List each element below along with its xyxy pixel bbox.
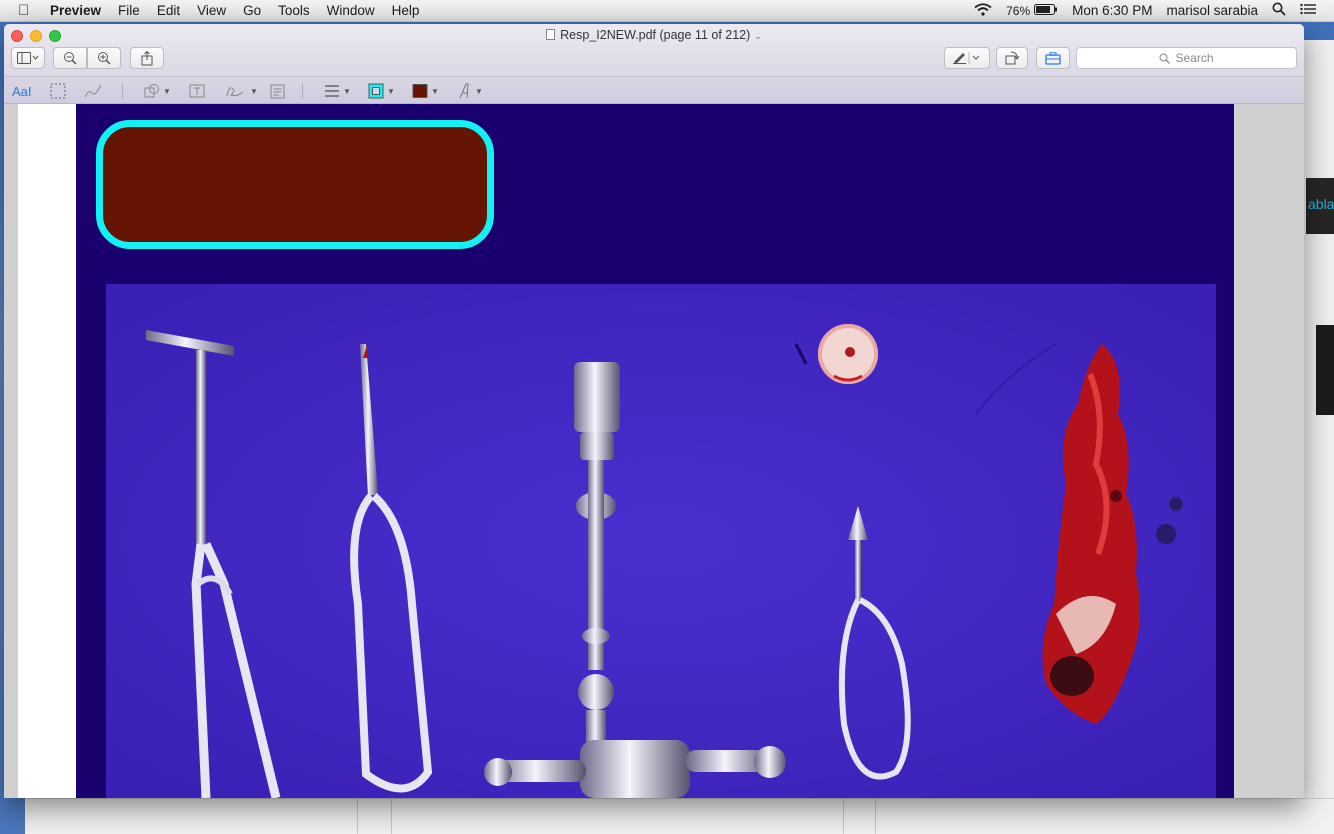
zoom-out-button[interactable]: [53, 47, 87, 69]
slide-title-box[interactable]: [96, 120, 494, 249]
line-style-icon: [325, 85, 339, 97]
pen-icon: [953, 52, 980, 64]
rotate-button[interactable]: [996, 47, 1028, 69]
fill-color-icon: [412, 84, 428, 98]
border-color-icon: [368, 83, 384, 99]
text-box-tool[interactable]: [189, 81, 205, 101]
user-name[interactable]: marisol sarabia: [1166, 3, 1258, 18]
slide-background: [76, 104, 1234, 798]
font-icon: [459, 83, 469, 99]
preview-window: Resp_I2NEW.pdf (page 11 of 212)⌄ Search: [4, 24, 1304, 798]
menu-bar:  Preview File Edit View Go Tools Window…: [0, 0, 1334, 22]
shapes-tool[interactable]: ▼: [144, 81, 171, 101]
tissue-disc: [818, 324, 878, 384]
menu-edit[interactable]: Edit: [157, 3, 180, 18]
text-selection-label: AaI: [12, 83, 32, 99]
surgical-instruments-photo: [106, 284, 1216, 798]
signature-icon: [226, 87, 244, 97]
note-icon: [270, 84, 285, 98]
clock[interactable]: Mon 6:30 PM: [1072, 3, 1152, 18]
search-placeholder: Search: [1175, 51, 1214, 65]
document-title-text: Resp_I2NEW.pdf (page 11 of 212): [560, 28, 751, 42]
background-window-text: abla: [1308, 196, 1334, 212]
sidebar-view-button[interactable]: [11, 47, 45, 69]
text-style-tool[interactable]: ▼: [458, 81, 483, 101]
wifi-icon[interactable]: [974, 2, 992, 19]
markup-toolbar: AaI ▼ ▼ ▼ ▼ ▼ ▼: [4, 76, 1304, 104]
chevron-down-icon: ▼: [475, 86, 483, 96]
sign-tool[interactable]: ▼: [225, 81, 258, 101]
chevron-down-icon: ▼: [387, 86, 395, 96]
menu-file[interactable]: File: [118, 3, 140, 18]
pdf-document-icon: [546, 29, 556, 40]
battery-percent[interactable]: 76%: [1006, 4, 1030, 18]
chevron-down-icon: ▼: [250, 86, 258, 96]
background-column-divider: [391, 799, 392, 834]
document-title[interactable]: Resp_I2NEW.pdf (page 11 of 212) ⌄: [4, 28, 1304, 42]
notification-center-icon[interactable]: [1300, 3, 1316, 18]
zoom-out-icon: [64, 52, 77, 65]
zoom-in-button[interactable]: [87, 47, 121, 69]
sketch-tool[interactable]: [83, 81, 103, 101]
background-column-divider: [843, 799, 844, 834]
menu-tools[interactable]: Tools: [278, 3, 310, 18]
chevron-down-icon: ▼: [343, 86, 351, 96]
background-column-divider: [357, 799, 358, 834]
chevron-down-icon: ▼: [431, 86, 439, 96]
menu-window[interactable]: Window: [327, 3, 375, 18]
search-icon: [1159, 53, 1171, 64]
fill-color-tool[interactable]: ▼: [412, 81, 439, 101]
background-column-divider: [875, 799, 876, 834]
pdf-page: [18, 104, 1234, 798]
zoom-in-icon: [98, 52, 111, 65]
background-window-sidebar-fragment: [1316, 325, 1334, 415]
title-bar[interactable]: Resp_I2NEW.pdf (page 11 of 212) ⌄ Search: [4, 24, 1304, 76]
note-tool[interactable]: [270, 81, 285, 101]
menu-help[interactable]: Help: [392, 3, 420, 18]
rectangular-selection-tool[interactable]: [50, 81, 66, 101]
rotate-icon: [1005, 51, 1020, 65]
border-color-tool[interactable]: ▼: [368, 81, 395, 101]
text-box-icon: [189, 84, 205, 98]
sidebar-icon: [17, 52, 39, 64]
share-button[interactable]: [130, 47, 164, 69]
chevron-down-icon: ▼: [163, 86, 171, 96]
toolbar-separator: [302, 83, 303, 99]
shape-style-tool[interactable]: ▼: [324, 81, 351, 101]
background-window-banner: abla: [1306, 178, 1334, 234]
toolbar-separator: [122, 83, 123, 99]
background-window-bottom: [25, 798, 1334, 834]
menu-view[interactable]: View: [197, 3, 226, 18]
spotlight-icon[interactable]: [1272, 2, 1286, 19]
chevron-down-icon: ⌄: [754, 31, 762, 41]
document-view[interactable]: [4, 104, 1304, 798]
sketch-icon: [84, 84, 102, 98]
instruments-photo-illustration: [106, 284, 1216, 798]
toolbox-icon: [1045, 51, 1061, 65]
toolbox-button[interactable]: [1036, 47, 1070, 69]
markup-toolbar-button[interactable]: [944, 47, 990, 69]
text-selection-tool[interactable]: AaI: [12, 81, 32, 101]
battery-icon[interactable]: [1034, 3, 1058, 18]
shapes-icon: [144, 84, 159, 98]
share-icon: [141, 50, 153, 65]
menu-go[interactable]: Go: [243, 3, 261, 18]
search-field[interactable]: Search: [1076, 47, 1297, 69]
app-menu-preview[interactable]: Preview: [50, 3, 101, 18]
rectangular-selection-icon: [50, 83, 66, 99]
apple-menu-icon[interactable]: : [18, 2, 36, 19]
